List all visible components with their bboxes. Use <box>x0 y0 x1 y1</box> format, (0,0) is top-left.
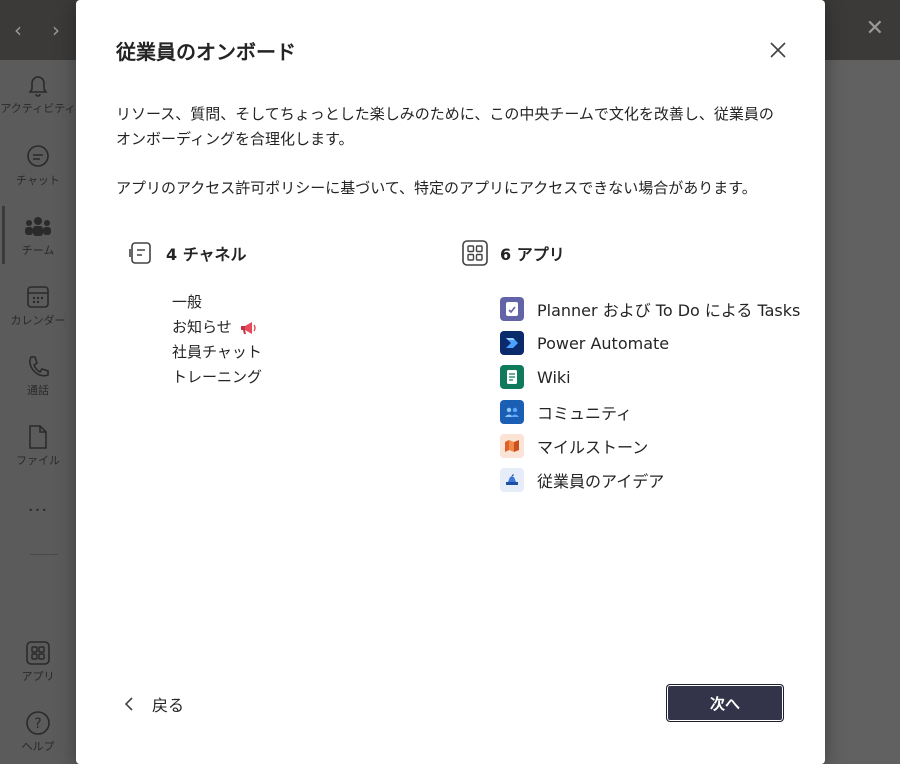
back-button-label: 戻る <box>152 696 185 715</box>
app-label: 従業員のアイデア <box>537 471 665 491</box>
rail-item-apps[interactable]: アプリ <box>0 640 76 684</box>
rail-item-calls[interactable]: 通話 <box>0 354 76 398</box>
apps-heading: 6 アプリ <box>462 240 565 266</box>
back-nav-icon[interactable]: ‹ <box>14 18 22 42</box>
rail-more-button[interactable]: ··· <box>0 500 76 521</box>
rail-item-help[interactable]: ? ヘルプ <box>0 710 76 754</box>
svg-text:?: ? <box>34 716 41 732</box>
rail-label: ファイル <box>16 454 60 467</box>
rail-item-calendar[interactable]: カレンダー <box>0 284 76 328</box>
channel-item: 社員チャット <box>172 340 262 365</box>
onboarding-dialog: 従業員のオンボード リソース、質問、そしてちょっとした楽しみのために、この中央チ… <box>76 0 825 764</box>
close-icon <box>770 42 786 58</box>
app-item: Wiki <box>500 364 800 390</box>
app-label: コミュニティ <box>537 403 633 423</box>
wiki-icon <box>500 365 524 390</box>
next-button[interactable]: 次へ <box>666 684 784 722</box>
rail-label: アクティビティ <box>0 102 76 115</box>
apps-icon <box>26 641 50 665</box>
app-item: Power Automate <box>500 330 800 356</box>
channel-item: お知らせ <box>172 315 262 340</box>
apps-grid-icon <box>462 240 488 266</box>
channel-name: 一般 <box>172 293 203 311</box>
app-label: Power Automate <box>537 333 670 353</box>
dialog-title: 従業員のオンボード <box>116 40 296 64</box>
power-automate-icon <box>500 331 524 356</box>
app-rail: アクティビティ チャット チーム カレンダー 通話 ファイル ··· アプリ ?… <box>0 60 76 764</box>
rail-divider <box>30 554 58 555</box>
teams-icon <box>25 217 51 236</box>
calendar-icon <box>27 286 49 308</box>
window-close-icon[interactable]: ✕ <box>866 16 884 41</box>
community-icon <box>500 399 524 424</box>
rail-item-files[interactable]: ファイル <box>0 424 76 468</box>
rail-item-chat[interactable]: チャット <box>0 144 76 188</box>
channel-item: トレーニング <box>172 365 262 390</box>
app-label: Planner および To Do による Tasks <box>537 301 801 320</box>
dialog-description: リソース、質問、そしてちょっとした楽しみのために、この中央チームで文化を改善し、… <box>116 105 774 148</box>
app-item: Planner および To Do による Tasks <box>500 296 800 322</box>
rail-label: アプリ <box>21 670 55 683</box>
file-icon <box>29 425 47 449</box>
employee-ideas-icon <box>500 467 524 492</box>
rail-item-activity[interactable]: アクティビティ <box>0 72 76 116</box>
apps-count-label: 6 アプリ <box>500 245 565 264</box>
rail-label: 通話 <box>27 384 49 397</box>
planner-icon <box>500 297 524 321</box>
milestones-icon <box>500 433 524 458</box>
dialog-permission-note: アプリのアクセス許可ポリシーに基づいて、特定のアプリにアクセスできない場合があり… <box>116 179 757 197</box>
app-item: コミュニティ <box>500 399 800 425</box>
rail-label: ヘルプ <box>21 740 55 753</box>
dialog-close-button[interactable] <box>766 38 790 62</box>
app-list: Planner および To Do による Tasks Power Automa… <box>500 296 800 501</box>
chevron-left-icon <box>124 697 133 711</box>
chat-icon <box>27 145 49 167</box>
bell-icon <box>28 76 48 97</box>
channel-name: お知らせ <box>172 318 232 336</box>
help-icon: ? <box>26 711 50 735</box>
channel-item: 一般 <box>172 290 262 315</box>
rail-label: カレンダー <box>10 314 66 327</box>
rail-item-teams[interactable]: チーム <box>0 214 76 258</box>
back-button[interactable]: 戻る <box>124 692 184 716</box>
channels-count-label: 4 チャネル <box>166 245 247 264</box>
app-label: Wiki <box>537 367 571 387</box>
channel-name: 社員チャット <box>172 343 262 361</box>
channel-name: トレーニング <box>172 368 263 386</box>
forward-nav-icon[interactable]: › <box>52 18 60 42</box>
megaphone-icon <box>240 321 256 334</box>
channel-list: 一般 お知らせ 社員チャット トレーニング <box>172 290 262 390</box>
app-item: マイルストーン <box>500 433 800 459</box>
rail-label: チャット <box>16 174 60 187</box>
app-item: 従業員のアイデア <box>500 467 800 493</box>
channels-heading: 4 チャネル <box>128 240 247 266</box>
app-label: マイルストーン <box>537 437 649 457</box>
phone-icon <box>29 356 49 377</box>
rail-label: チーム <box>21 244 55 257</box>
channel-list-icon <box>129 242 151 264</box>
